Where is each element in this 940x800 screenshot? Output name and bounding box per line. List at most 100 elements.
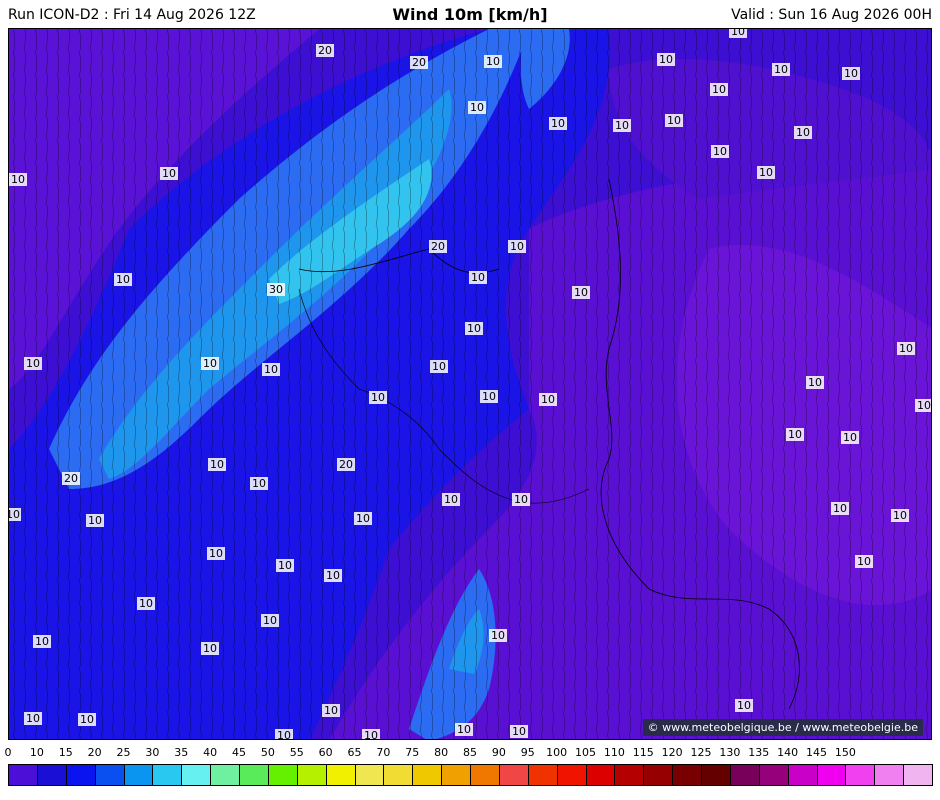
svg-text:10: 10 [432, 360, 446, 373]
contour-label: 10 [757, 166, 775, 179]
legend-swatch [65, 764, 96, 786]
legend-tick-label: 100 [546, 746, 568, 759]
legend-tick-label: 150 [834, 746, 856, 759]
contour-label: 10 [430, 360, 448, 373]
svg-text:10: 10 [512, 725, 526, 738]
svg-text:10: 10 [80, 713, 94, 726]
contour-label: 10 [33, 635, 51, 648]
svg-text:10: 10 [364, 729, 378, 740]
contour-label: 10 [369, 391, 387, 404]
svg-text:10: 10 [444, 493, 458, 506]
legend-tick-label: 135 [748, 746, 770, 759]
legend-swatch [903, 764, 933, 786]
legend-swatch [412, 764, 443, 786]
svg-text:10: 10 [713, 145, 727, 158]
contour-label: 10 [842, 67, 860, 80]
legend-swatch [614, 764, 645, 786]
legend-tick-label: 35 [174, 746, 189, 759]
svg-text:10: 10 [482, 390, 496, 403]
valid-label: Valid : Sun 16 Aug 2026 00H [731, 7, 932, 23]
contour-label: 10 [512, 493, 530, 506]
legend-tick-label: 80 [434, 746, 449, 759]
svg-text:10: 10 [510, 240, 524, 253]
contour-label: 10 [262, 363, 280, 376]
legend-swatch [498, 764, 529, 786]
svg-text:10: 10 [833, 502, 847, 515]
contour-label: 10 [549, 117, 567, 130]
contour-label: 10 [160, 167, 178, 180]
contour-label: 10 [786, 428, 804, 441]
svg-text:20: 20 [318, 44, 332, 57]
contour-label: 20 [410, 56, 428, 69]
contour-label: 10 [86, 514, 104, 527]
svg-text:10: 10 [759, 166, 773, 179]
svg-text:10: 10 [541, 393, 555, 406]
contour-label: 30 [267, 283, 285, 296]
legend-swatch [8, 764, 38, 786]
contour-label: 10 [572, 286, 590, 299]
contour-label: 10 [484, 55, 502, 68]
legend-swatch [470, 764, 500, 786]
legend-swatch [527, 764, 558, 786]
legend-tick-label: 60 [318, 746, 333, 759]
svg-text:10: 10 [210, 458, 224, 471]
legend-tick-label: 30 [145, 746, 160, 759]
legend-tick-label: 115 [632, 746, 654, 759]
legend-tick-label: 15 [58, 746, 73, 759]
legend-tick-label: 95 [520, 746, 535, 759]
legend-tick-label: 40 [203, 746, 218, 759]
legend-swatch [354, 764, 385, 786]
contour-label: 10 [841, 431, 859, 444]
svg-text:10: 10 [116, 273, 130, 286]
header: Run ICON-D2 : Fri 14 Aug 2026 12Z Wind 1… [0, 0, 940, 28]
legend-swatch [383, 764, 414, 786]
legend-swatch [181, 764, 212, 786]
contour-label: 10 [891, 509, 909, 522]
credit-label[interactable]: © www.meteobelgique.be / www.meteobelgie… [642, 719, 923, 736]
contour-label: 10 [354, 512, 372, 525]
svg-text:10: 10 [774, 63, 788, 76]
legend-tick-label: 90 [491, 746, 506, 759]
legend-swatch [672, 764, 702, 786]
legend-tick-label: 130 [719, 746, 741, 759]
wind-map[interactable]: 20 20 10 10 10 10 10 10 10 10 10 10 10 1… [8, 28, 932, 740]
legend-swatch [441, 764, 471, 786]
contour-label: 10 [24, 357, 42, 370]
wind-map-svg: 20 20 10 10 10 10 10 10 10 10 10 10 10 1… [9, 29, 931, 740]
legend-tick-label: 70 [376, 746, 391, 759]
legend-swatch [210, 764, 240, 786]
svg-text:10: 10 [470, 101, 484, 114]
contour-label: 10 [469, 271, 487, 284]
legend-tick-label: 25 [116, 746, 131, 759]
contour-label: 10 [261, 614, 279, 627]
svg-text:10: 10 [844, 67, 858, 80]
contour-label: 10 [794, 126, 812, 139]
legend-tick-label: 65 [347, 746, 362, 759]
svg-text:10: 10 [486, 55, 500, 68]
legend-tick-label: 45 [232, 746, 246, 759]
legend-tick-label: 10 [29, 746, 44, 759]
legend-swatch [556, 764, 587, 786]
contour-label: 10 [201, 357, 219, 370]
svg-text:10: 10 [11, 173, 25, 186]
svg-text:10: 10 [324, 704, 338, 717]
legend-swatch [296, 764, 327, 786]
contour-label: 10 [275, 729, 293, 739]
contour-label: 10 [207, 547, 225, 560]
svg-text:10: 10 [263, 614, 277, 627]
contour-label: 10 [510, 725, 528, 738]
legend-tick-label: 20 [87, 746, 102, 759]
contour-label: 10 [480, 390, 498, 403]
svg-text:10: 10 [209, 547, 223, 560]
svg-text:10: 10 [731, 29, 745, 38]
legend-swatch [874, 764, 905, 786]
contour-label: 10 [465, 322, 483, 335]
contour-label: 10 [897, 342, 915, 355]
svg-text:10: 10 [162, 167, 176, 180]
contour-label: 10 [250, 477, 268, 490]
svg-text:20: 20 [339, 458, 353, 471]
contour-label: 10 [508, 240, 526, 253]
svg-text:30: 30 [269, 283, 283, 296]
contour-label: 10 [362, 729, 380, 740]
legend-tick-label: 55 [289, 746, 304, 759]
